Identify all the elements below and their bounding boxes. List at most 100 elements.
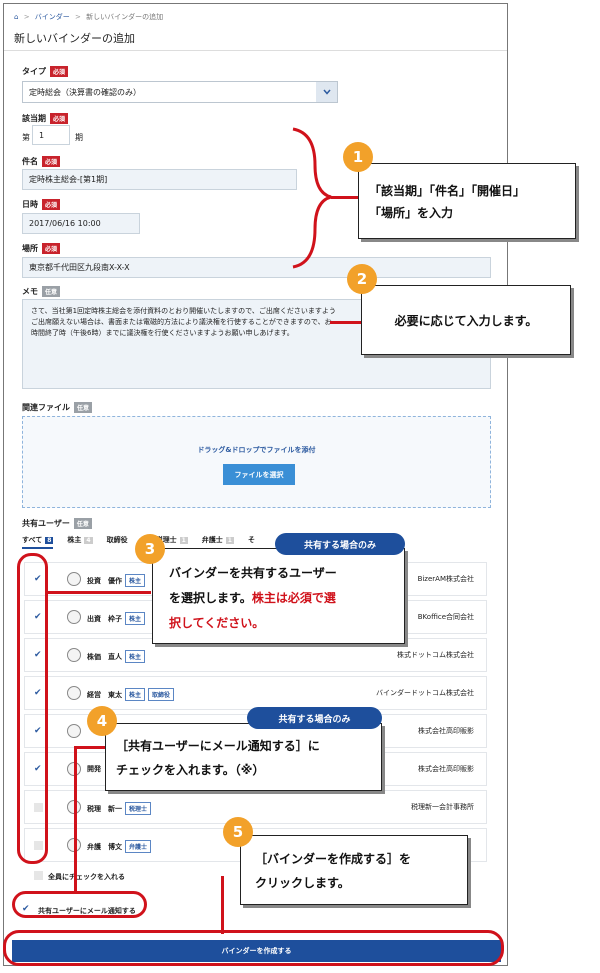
callout-4: ［共有ユーザーにメール通知する］に チェックを入れます。（※）: [105, 723, 382, 791]
user-company: 株式ドットコム株式会社: [397, 651, 474, 659]
type-label: タイプ 必須: [22, 66, 69, 77]
place-input-value: 東京都千代田区九段南X-X-X: [29, 263, 130, 272]
period-prefix: 第: [22, 133, 30, 142]
role-tag: 株主: [125, 688, 146, 701]
page-title: 新しいバインダーの追加: [14, 32, 135, 45]
callout-5-line: ［バインダーを作成する］を: [255, 852, 412, 866]
brace-annotation: [292, 127, 332, 269]
callout-5-line: クリックします。: [255, 876, 350, 890]
required-badge: 必須: [42, 156, 61, 167]
callout-1-line: 「該当期」「件名」「開催日」: [369, 184, 526, 198]
role-tag: 株主: [125, 574, 146, 587]
callout-1-line: 「場所」を入力: [369, 206, 454, 220]
period-input[interactable]: 1: [32, 125, 70, 145]
user-company: BKoffice合同会社: [417, 613, 474, 621]
user-name: 投資 優作 株主: [87, 574, 146, 587]
tab-director[interactable]: 取締役: [107, 535, 128, 549]
period-input-value: 1: [39, 130, 45, 140]
subject-input-value: 定時株主総会-[第1期]: [29, 175, 108, 184]
tab-lawyer[interactable]: 弁護士 1: [202, 535, 234, 549]
tab-shareholder[interactable]: 株主 4: [67, 535, 93, 549]
place-input[interactable]: 東京都千代田区九段南X-X-X: [22, 257, 491, 278]
callout-3-line: バインダーを共有するユーザー: [169, 566, 337, 580]
required-badge: 必須: [42, 243, 61, 254]
avatar-icon: [67, 572, 81, 586]
avatar-icon: [67, 610, 81, 624]
user-name: 弁護 博文 弁護士: [87, 840, 152, 853]
subject-input[interactable]: 定時株主総会-[第1期]: [22, 169, 297, 190]
user-company: 株式会社高印販影: [418, 765, 474, 773]
step-3-number: 3: [135, 534, 165, 564]
datetime-input[interactable]: 2017/06/16 10:00: [22, 213, 140, 234]
datetime-label: 日時 必須: [22, 199, 61, 210]
callout5-connector-v: [221, 876, 224, 934]
user-name: 出資 枠子 株主: [87, 612, 146, 625]
share-only-pill: 共有する場合のみ: [275, 533, 405, 555]
callout2-connector: [330, 321, 362, 324]
callout-4-line: チェックを入れます。（※）: [116, 763, 265, 777]
step-4-number: 4: [87, 706, 117, 736]
user-row[interactable]: ✔ 経営 東太 株主 取締役 バインダードットコム株式会社: [24, 676, 487, 710]
callout-1: 「該当期」「件名」「開催日」 「場所」を入力: [358, 163, 576, 239]
role-tag: 株主: [125, 612, 146, 625]
breadcrumb-separator: >: [23, 13, 30, 21]
required-badge: 必須: [50, 66, 69, 77]
type-select[interactable]: 定時総会（決算書の確認のみ）: [22, 81, 338, 103]
optional-badge: 任意: [42, 286, 61, 297]
choose-file-button[interactable]: ファイルを選択: [223, 464, 295, 485]
step-1-number: 1: [343, 142, 373, 172]
role-tag: 税理士: [125, 802, 152, 815]
callout1-connector: [331, 196, 359, 199]
required-badge: 必須: [50, 113, 69, 124]
required-badge: 必須: [42, 199, 61, 210]
breadcrumb-binder-link[interactable]: バインダー: [35, 13, 70, 21]
file-dropzone[interactable]: ドラッグ&ドロップでファイルを添付 ファイルを選択: [22, 416, 491, 508]
avatar-icon: [67, 686, 81, 700]
step-2-number: 2: [347, 264, 377, 294]
avatar-icon: [67, 724, 81, 738]
checkbox-column-highlight: [17, 553, 48, 864]
chevron-down-icon[interactable]: [316, 82, 337, 102]
check-all-checkbox[interactable]: [34, 871, 43, 880]
optional-badge: 任意: [73, 518, 92, 529]
notify-highlight: [12, 891, 147, 918]
user-company: BizerAM株式会社: [417, 575, 474, 583]
memo-label: メモ 任意: [22, 286, 61, 297]
user-name: 経営 東太 株主 取締役: [87, 688, 175, 701]
optional-badge: 任意: [74, 402, 93, 413]
dropzone-text: ドラッグ&ドロップでファイルを添付: [197, 446, 316, 454]
subject-label: 件名 必須: [22, 156, 61, 167]
step-5-number: 5: [223, 817, 253, 847]
user-name: 株価 直人 株主: [87, 650, 146, 663]
callout-4-line: ［共有ユーザーにメール通知する］に: [116, 739, 320, 753]
share-only-pill: 共有する場合のみ: [247, 707, 382, 729]
title-divider: [4, 50, 507, 51]
user-name: 開発: [87, 765, 101, 773]
user-row[interactable]: 税理 新一 税理士 税理新一会計事務所: [24, 790, 487, 824]
breadcrumb-separator: >: [75, 13, 81, 21]
callout-2-text: 必要に応じて入力します。: [394, 313, 538, 328]
callout-3-line: 択してください。: [169, 616, 265, 630]
home-icon[interactable]: ⌂: [14, 13, 18, 21]
period-suffix: 期: [75, 133, 83, 142]
app-frame: ⌂ > バインダー > 新しいバインダーの追加 新しいバインダーの追加 タイプ必…: [3, 3, 508, 966]
user-name: 税理 新一 税理士: [87, 802, 152, 815]
avatar-icon: [67, 648, 81, 662]
tab-all[interactable]: すべて 8: [22, 535, 54, 549]
user-company: バインダードットコム株式会社: [376, 689, 474, 697]
place-label: 場所 必須: [22, 243, 61, 254]
role-tag: 取締役: [148, 688, 175, 701]
callout-2: 必要に応じて入力します。: [361, 285, 571, 355]
user-company: 株式会社高印販影: [418, 727, 474, 735]
tab-other[interactable]: そ: [248, 535, 255, 549]
shared-users-label: 共有ユーザー 任意: [22, 518, 92, 529]
period-label: 該当期 必須: [22, 113, 69, 124]
breadcrumb: ⌂ > バインダー > 新しいバインダーの追加: [14, 12, 163, 22]
check-all-label[interactable]: 全員にチェックを入れる: [48, 872, 125, 882]
role-tag: 株主: [125, 650, 146, 663]
type-select-value: 定時総会（決算書の確認のみ）: [29, 87, 141, 97]
role-tag: 弁護士: [125, 840, 152, 853]
callout3-connector: [47, 591, 151, 594]
callout4-connector-v: [74, 746, 77, 894]
datetime-input-value: 2017/06/16 10:00: [29, 219, 101, 228]
